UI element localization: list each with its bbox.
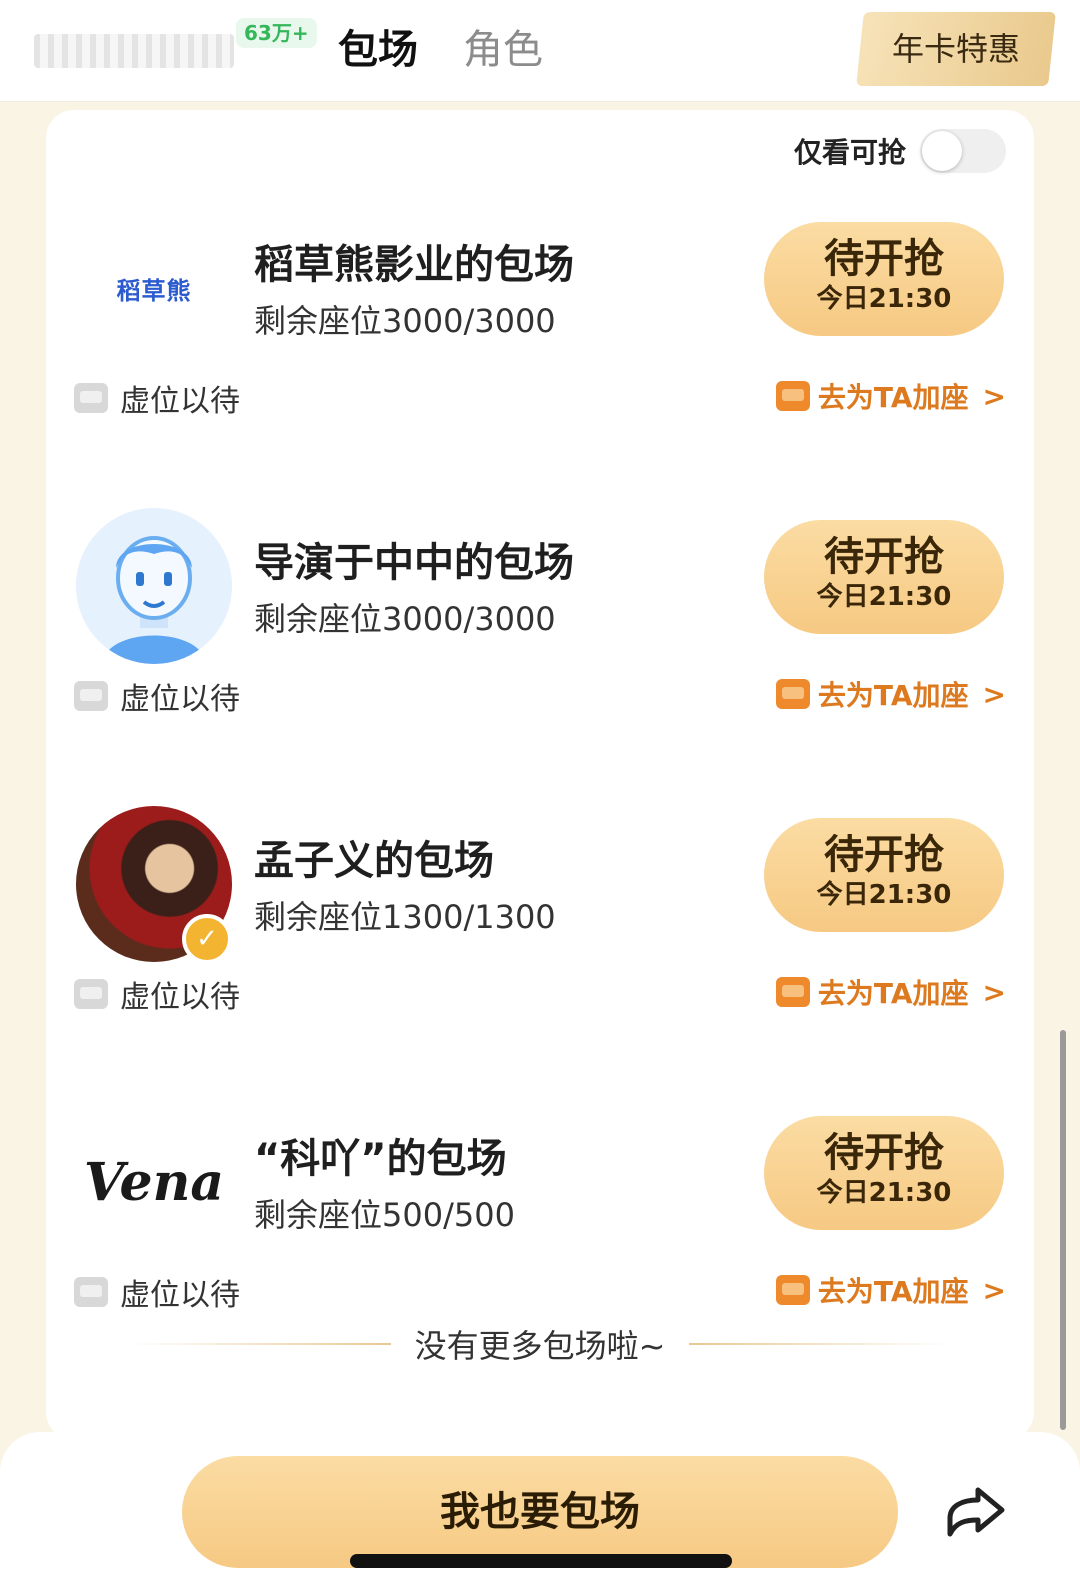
- top-header: 63万+ 包场 角色 年卡特惠: [0, 0, 1080, 102]
- add-seat-link[interactable]: 去为TA加座 >: [775, 674, 1006, 714]
- entry-title[interactable]: 稻草熊影业的包场: [254, 232, 574, 290]
- chevron-right-icon: >: [982, 379, 1006, 413]
- divider-line: [130, 1343, 391, 1345]
- chevron-right-icon: >: [982, 677, 1006, 711]
- bottom-action-bar: 我也要包场: [0, 1432, 1080, 1592]
- add-seat-text: 去为TA加座: [817, 381, 969, 414]
- seat-status-text: 虚位以待: [120, 1278, 240, 1313]
- blurred-username: [34, 34, 234, 68]
- grab-button[interactable]: 待开抢 今日21:30: [764, 222, 1004, 336]
- grab-button[interactable]: 待开抢 今日21:30: [764, 520, 1004, 634]
- divider-line: [689, 1343, 950, 1345]
- seat-orange-icon: [775, 977, 810, 1007]
- create-screening-button[interactable]: 我也要包场: [182, 1456, 898, 1568]
- chevron-right-icon: >: [982, 975, 1006, 1009]
- verified-badge-icon: ✓: [182, 914, 232, 964]
- toggle-knob: [922, 131, 962, 171]
- add-seat-text: 去为TA加座: [817, 977, 969, 1010]
- filter-row: 仅看可抢: [794, 128, 1006, 174]
- avatar[interactable]: [76, 508, 232, 664]
- seat-status: 虚位以待: [74, 1270, 240, 1314]
- add-seat-link[interactable]: 去为TA加座 >: [775, 376, 1006, 416]
- list-item: 稻草熊 稻草熊影业的包场 剩余座位3000/3000 待开抢 今日21:30 虚…: [46, 210, 1034, 510]
- list-item: 导演于中中的包场 剩余座位3000/3000 待开抢 今日21:30 虚位以待 …: [46, 508, 1034, 808]
- seat-orange-icon: [775, 679, 810, 709]
- home-indicator: [350, 1554, 732, 1568]
- entry-seats: 剩余座位3000/3000: [254, 302, 556, 340]
- seat-gray-icon: [74, 979, 108, 1009]
- avatar-logo-text: 稻草熊: [116, 276, 192, 305]
- add-seat-text: 去为TA加座: [817, 1275, 969, 1308]
- end-of-list: 没有更多包场啦~: [46, 1324, 1034, 1365]
- grab-button-time: 今日21:30: [816, 284, 952, 314]
- grab-button-time: 今日21:30: [816, 1178, 952, 1208]
- screening-list-panel: 仅看可抢 稻草熊 稻草熊影业的包场 剩余座位3000/3000 待开抢 今日21…: [46, 110, 1034, 1440]
- grab-button-label: 待开抢: [824, 1130, 944, 1176]
- seat-gray-icon: [74, 681, 108, 711]
- share-icon[interactable]: [944, 1484, 1008, 1540]
- avatar[interactable]: 稻草熊: [76, 210, 232, 366]
- year-card-promo-button[interactable]: 年卡特惠: [856, 12, 1056, 86]
- grab-button[interactable]: 待开抢 今日21:30: [764, 818, 1004, 932]
- seat-gray-icon: [74, 383, 108, 413]
- avatar[interactable]: Vena: [76, 1104, 232, 1260]
- tab-juese[interactable]: 角色: [463, 24, 543, 76]
- filter-label: 仅看可抢: [793, 136, 906, 169]
- add-seat-text: 去为TA加座: [817, 679, 969, 712]
- end-of-list-text: 没有更多包场啦~: [414, 1327, 666, 1365]
- chevron-right-icon: >: [982, 1273, 1006, 1307]
- seat-status-text: 虚位以待: [120, 980, 240, 1015]
- entry-title[interactable]: “科吖”的包场: [254, 1126, 507, 1184]
- grab-button-label: 待开抢: [824, 832, 944, 878]
- scrollbar[interactable]: [1060, 1030, 1066, 1430]
- entry-seats: 剩余座位1300/1300: [254, 898, 556, 936]
- grab-button[interactable]: 待开抢 今日21:30: [764, 1116, 1004, 1230]
- seat-orange-icon: [775, 381, 810, 411]
- seat-status: 虚位以待: [74, 674, 240, 718]
- entry-title[interactable]: 导演于中中的包场: [254, 530, 574, 588]
- entry-seats: 剩余座位500/500: [254, 1196, 515, 1234]
- tab-baochang[interactable]: 包场: [338, 24, 418, 76]
- grab-button-label: 待开抢: [824, 236, 944, 282]
- add-seat-link[interactable]: 去为TA加座 >: [775, 972, 1006, 1012]
- follower-count-badge: 63万+: [236, 18, 317, 48]
- seat-orange-icon: [775, 1275, 810, 1305]
- seat-status: 虚位以待: [74, 972, 240, 1016]
- grab-button-time: 今日21:30: [816, 880, 952, 910]
- seat-gray-icon: [74, 1277, 108, 1307]
- entry-title[interactable]: 孟子义的包场: [254, 828, 494, 886]
- grab-button-label: 待开抢: [824, 534, 944, 580]
- add-seat-link[interactable]: 去为TA加座 >: [775, 1270, 1006, 1310]
- seat-status-text: 虚位以待: [120, 384, 240, 419]
- year-card-promo-label: 年卡特惠: [891, 30, 1020, 68]
- grabbable-only-toggle[interactable]: [920, 129, 1006, 173]
- seat-status-text: 虚位以待: [120, 682, 240, 717]
- avatar-logo-text: Vena: [83, 1151, 225, 1213]
- entry-seats: 剩余座位3000/3000: [254, 600, 556, 638]
- cartoon-person-icon: [76, 508, 232, 664]
- grab-button-time: 今日21:30: [816, 582, 952, 612]
- seat-status: 虚位以待: [74, 376, 240, 420]
- list-item: ✓ 孟子义的包场 剩余座位1300/1300 待开抢 今日21:30 虚位以待 …: [46, 806, 1034, 1106]
